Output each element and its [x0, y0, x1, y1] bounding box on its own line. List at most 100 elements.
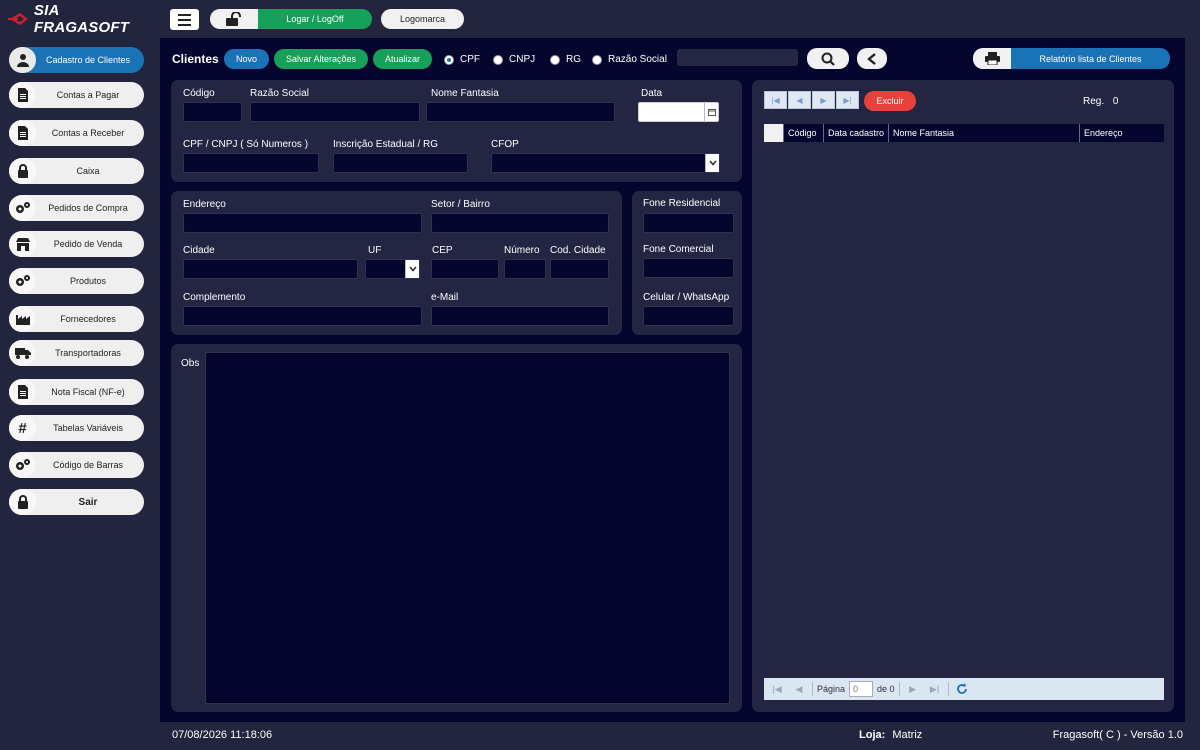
sidebar-item-label: Contas a Receber: [51, 128, 125, 138]
obs-label: Obs: [181, 358, 200, 369]
document-icon: [9, 379, 36, 405]
hamburger-menu-button[interactable]: [170, 9, 199, 30]
last-record-button[interactable]: ▶|: [836, 91, 859, 109]
phones-panel: Fone Residencial Fone Comercial Celular …: [632, 191, 742, 335]
main-content: Clientes Novo Salvar Alterações Atualiza…: [160, 38, 1185, 722]
brand-mark-icon: [8, 13, 28, 25]
prev-record-button[interactable]: ◀: [788, 91, 811, 109]
footer-version: Fragasoft( C ) - Versão 1.0: [1052, 729, 1183, 741]
sidebar-item-label: Sair: [78, 496, 98, 508]
sidebar-item-cadastro-clientes[interactable]: Cadastro de Clientes: [9, 47, 144, 73]
radio-dot: [444, 54, 454, 65]
sidebar-item-nota-fiscal[interactable]: Nota Fiscal (NF-e): [9, 379, 144, 405]
razao-social-label: Razão Social: [250, 88, 309, 99]
calendar-button[interactable]: [704, 103, 718, 121]
truck-icon: [9, 340, 36, 366]
cfop-label: CFOP: [491, 139, 519, 150]
back-button[interactable]: [857, 48, 887, 69]
uf-select[interactable]: [365, 259, 420, 279]
sidebar-item-pedidos-compra[interactable]: Pedidos de Compra: [9, 195, 144, 221]
data-field[interactable]: [638, 102, 719, 122]
endereco-label: Endereço: [183, 199, 226, 210]
excluir-button[interactable]: Excluir: [864, 91, 916, 111]
cidade-label: Cidade: [183, 245, 215, 256]
logomarca-button[interactable]: Logomarca: [381, 9, 464, 29]
nome-fantasia-field[interactable]: [426, 102, 615, 122]
sidebar-item-caixa[interactable]: Caixa: [9, 158, 144, 184]
select-all-cell[interactable]: [764, 124, 784, 142]
clients-grid-panel: |◀ ◀ ▶ ▶| Excluir Reg. 0 Código Data cad…: [752, 80, 1174, 712]
relatorio-label: Relatório lista de Clientes: [1039, 53, 1142, 64]
gears-icon: [9, 195, 36, 221]
radio-cnpj[interactable]: CNPJ: [493, 54, 535, 65]
numero-field[interactable]: [504, 259, 546, 279]
novo-button[interactable]: Novo: [224, 49, 269, 69]
document-icon: [9, 82, 36, 108]
next-record-button[interactable]: ▶: [812, 91, 835, 109]
factory-icon: [9, 306, 36, 332]
grid-header: Código Data cadastro Nome Fantasia Ender…: [764, 124, 1164, 142]
inscricao-field[interactable]: [333, 153, 468, 173]
pager-refresh-button[interactable]: [953, 680, 971, 698]
sidebar-item-contas-receber[interactable]: Contas a Receber: [9, 120, 144, 146]
sidebar-item-codigo-barras[interactable]: Código de Barras: [9, 452, 144, 478]
identification-panel: Código Razão Social Nome Fantasia Data C…: [171, 80, 742, 182]
pager-next-button[interactable]: ▶: [904, 680, 922, 698]
codigo-field[interactable]: [183, 102, 242, 122]
celular-field[interactable]: [643, 306, 734, 326]
cfop-select[interactable]: [491, 153, 720, 173]
salvar-alteracoes-button[interactable]: Salvar Alterações: [274, 49, 368, 69]
obs-textarea[interactable]: [205, 352, 730, 704]
cep-field[interactable]: [431, 259, 499, 279]
chevron-left-icon: [867, 52, 876, 65]
email-label: e-Mail: [431, 292, 459, 303]
brand-name: SIA FRAGASOFT: [33, 2, 130, 36]
endereco-field[interactable]: [183, 213, 422, 233]
setor-bairro-label: Setor / Bairro: [431, 199, 490, 210]
fone-comercial-field[interactable]: [643, 258, 734, 278]
cpf-cnpj-field[interactable]: [183, 153, 319, 173]
chevron-down-icon: [405, 260, 419, 278]
radio-label: CNPJ: [509, 54, 536, 65]
relatorio-clientes-button[interactable]: Relatório lista de Clientes: [973, 48, 1170, 69]
sidebar-item-label: Tabelas Variáveis: [53, 423, 123, 433]
user-icon: [9, 47, 36, 73]
sidebar-item-pedido-venda[interactable]: Pedido de Venda: [9, 231, 144, 257]
grid-body: [764, 142, 1164, 678]
sidebar-item-sair[interactable]: Sair: [9, 489, 144, 515]
sidebar-item-contas-pagar[interactable]: Contas a Pagar: [9, 82, 144, 108]
fone-residencial-field[interactable]: [643, 213, 734, 233]
atualizar-button[interactable]: Atualizar: [373, 49, 432, 69]
pager-first-button[interactable]: |◀: [768, 680, 786, 698]
radio-label: Razão Social: [608, 54, 667, 65]
pager-page-input[interactable]: 0: [849, 681, 874, 697]
footer-datetime: 07/08/2026 11:18:06: [172, 729, 273, 741]
radio-razao-social[interactable]: Razão Social: [592, 54, 667, 65]
complemento-field[interactable]: [183, 306, 422, 326]
sidebar-item-label: Transportadoras: [55, 348, 121, 358]
razao-social-field[interactable]: [250, 102, 420, 122]
sidebar-item-fornecedores[interactable]: Fornecedores: [9, 306, 144, 332]
column-header-nome-fantasia[interactable]: Nome Fantasia: [889, 124, 1080, 142]
sidebar-item-produtos[interactable]: Produtos: [9, 268, 144, 294]
radio-cpf[interactable]: CPF: [444, 54, 480, 65]
search-button[interactable]: [807, 48, 849, 69]
cpf-cnpj-label: CPF / CNPJ ( Só Numeros ): [183, 139, 309, 150]
radio-rg[interactable]: RG: [550, 54, 581, 65]
pager-last-button[interactable]: ▶|: [926, 680, 944, 698]
column-header-data-cadastro[interactable]: Data cadastro: [824, 124, 889, 142]
hash-icon: #: [9, 415, 36, 441]
cod-cidade-field[interactable]: [550, 259, 609, 279]
cidade-field[interactable]: [183, 259, 358, 279]
sidebar-item-transportadoras[interactable]: Transportadoras: [9, 340, 144, 366]
setor-bairro-field[interactable]: [431, 213, 609, 233]
pager-prev-button[interactable]: ◀: [790, 680, 808, 698]
email-field[interactable]: [431, 306, 609, 326]
sidebar-item-label: Pedidos de Compra: [48, 203, 128, 213]
sidebar-item-tabelas-variaveis[interactable]: # Tabelas Variáveis: [9, 415, 144, 441]
column-header-codigo[interactable]: Código: [784, 124, 824, 142]
column-header-endereco[interactable]: Endereço: [1080, 124, 1164, 142]
login-logoff-button[interactable]: Logar / LogOff: [210, 9, 372, 29]
search-input[interactable]: [677, 49, 798, 66]
first-record-button[interactable]: |◀: [764, 91, 787, 109]
